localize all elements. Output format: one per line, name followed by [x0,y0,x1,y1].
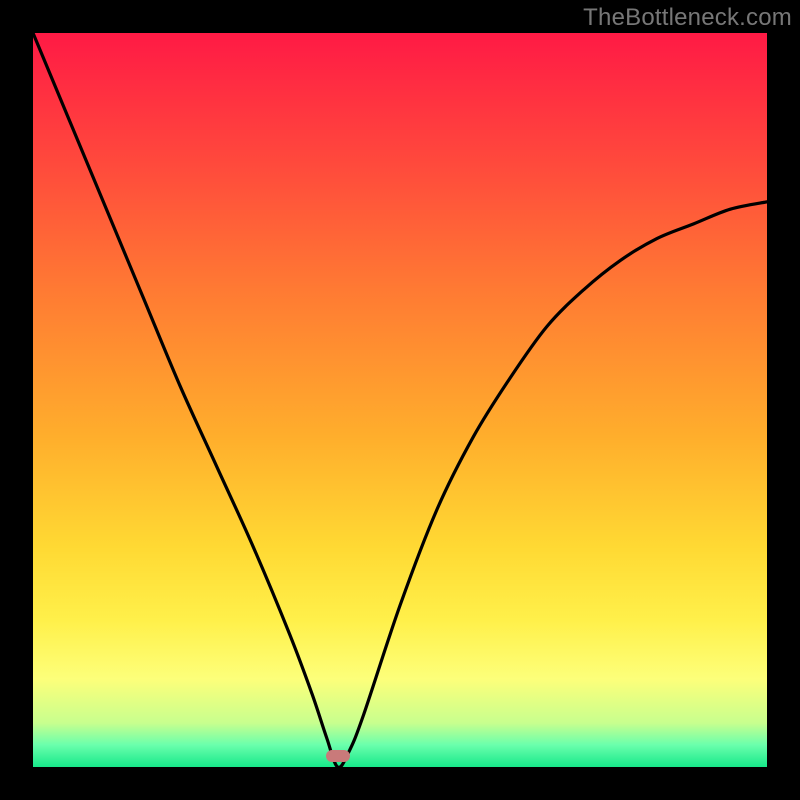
chart-frame: TheBottleneck.com [0,0,800,800]
bottleneck-curve [33,33,767,767]
optimal-marker-icon [326,750,350,762]
watermark-label: TheBottleneck.com [583,4,792,32]
gradient-plot-area [33,33,767,767]
